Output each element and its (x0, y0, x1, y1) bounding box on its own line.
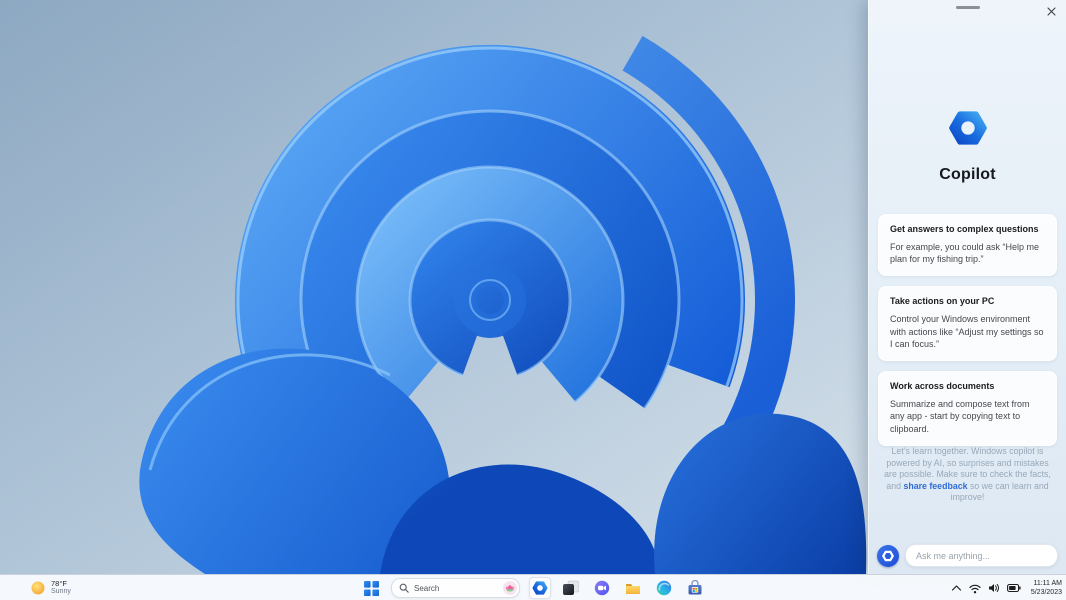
share-feedback-link[interactable]: share feedback (903, 481, 967, 491)
ai-disclaimer: Let’s learn together. Windows copilot is… (884, 446, 1051, 504)
panel-title: Copilot (939, 166, 996, 183)
start-button[interactable] (360, 577, 382, 599)
taskbar-center: Search (360, 575, 706, 600)
sun-icon (31, 581, 45, 595)
drag-handle[interactable] (955, 6, 980, 9)
card-body: Control your Windows environment with ac… (890, 314, 1044, 349)
weather-temp: 78°F (51, 578, 67, 588)
windows-desktop-screen: Copilot Get answers to complex questions… (0, 0, 1066, 600)
start-icon (363, 580, 379, 596)
card-body: For example, you could ask “Help me plan… (890, 242, 1040, 265)
search-icon (399, 583, 409, 593)
copilot-logo-icon (948, 111, 987, 145)
desktop-wallpaper[interactable] (0, 0, 868, 574)
card-title: Work across documents (890, 381, 995, 392)
taskbar-app-chat[interactable] (591, 577, 613, 599)
taskbar: 78°F Sunny Search 11:11 AM 5/23/2023 (0, 574, 1066, 600)
card-title: Get answers to complex questions (890, 224, 1039, 234)
suggestion-card-documents[interactable]: Work across documents Summarize and comp… (878, 371, 1057, 446)
volume-button[interactable] (988, 582, 1000, 594)
taskbar-app-file-explorer[interactable] (622, 577, 644, 599)
copilot-logo-wrap (869, 108, 1066, 148)
search-highlight-badge (503, 581, 517, 595)
chat-input-row (877, 544, 1058, 567)
taskbar-app-edge[interactable] (653, 577, 675, 599)
weather-widget[interactable]: 78°F Sunny (30, 575, 71, 600)
search-highlight-flower-icon (505, 585, 515, 592)
task-view-icon (563, 580, 579, 595)
taskbar-app-task-view[interactable] (560, 577, 582, 599)
volume-icon (988, 583, 999, 593)
card-title: Take actions on your PC (890, 296, 995, 307)
taskbar-app-copilot[interactable] (529, 577, 551, 599)
store-icon (688, 580, 702, 595)
chevron-up-icon (951, 585, 961, 591)
clock-date: 5/23/2023 (1030, 589, 1062, 596)
battery-button[interactable] (1006, 582, 1021, 594)
suggestion-card-actions[interactable]: Take actions on your PC Control your Win… (878, 286, 1057, 362)
tray-overflow-button[interactable] (951, 584, 962, 592)
taskbar-app-store[interactable] (684, 577, 706, 599)
edge-icon (656, 580, 672, 596)
system-tray: 11:11 AM 5/23/2023 (951, 575, 1062, 600)
weather-condition: Sunny (51, 588, 71, 596)
copilot-badge-button[interactable] (877, 544, 899, 567)
weather-text: 78°F Sunny (51, 578, 71, 597)
copilot-badge-icon (882, 550, 894, 561)
chat-icon (594, 580, 610, 596)
file-explorer-icon (626, 584, 640, 594)
bloom-wallpaper-graphic (0, 0, 868, 574)
copilot-panel: Copilot Get answers to complex questions… (868, 0, 1066, 574)
wifi-icon (969, 584, 981, 593)
clock[interactable]: 11:11 AM 5/23/2023 (1031, 579, 1062, 597)
battery-icon (1006, 583, 1021, 593)
copilot-icon (532, 581, 548, 595)
taskbar-search[interactable]: Search (391, 578, 520, 598)
suggestion-cards: Get answers to complex questions For exa… (878, 214, 1057, 446)
clock-time: 11:11 AM (1033, 579, 1062, 587)
search-label: Search (414, 583, 440, 593)
network-button[interactable] (969, 583, 981, 594)
close-button[interactable] (1044, 4, 1058, 18)
card-body: Summarize and compose text from any app … (890, 399, 1030, 434)
suggestion-card-questions[interactable]: Get answers to complex questions For exa… (878, 214, 1057, 277)
close-icon (1046, 6, 1056, 16)
ask-me-anything-input[interactable] (905, 544, 1058, 567)
